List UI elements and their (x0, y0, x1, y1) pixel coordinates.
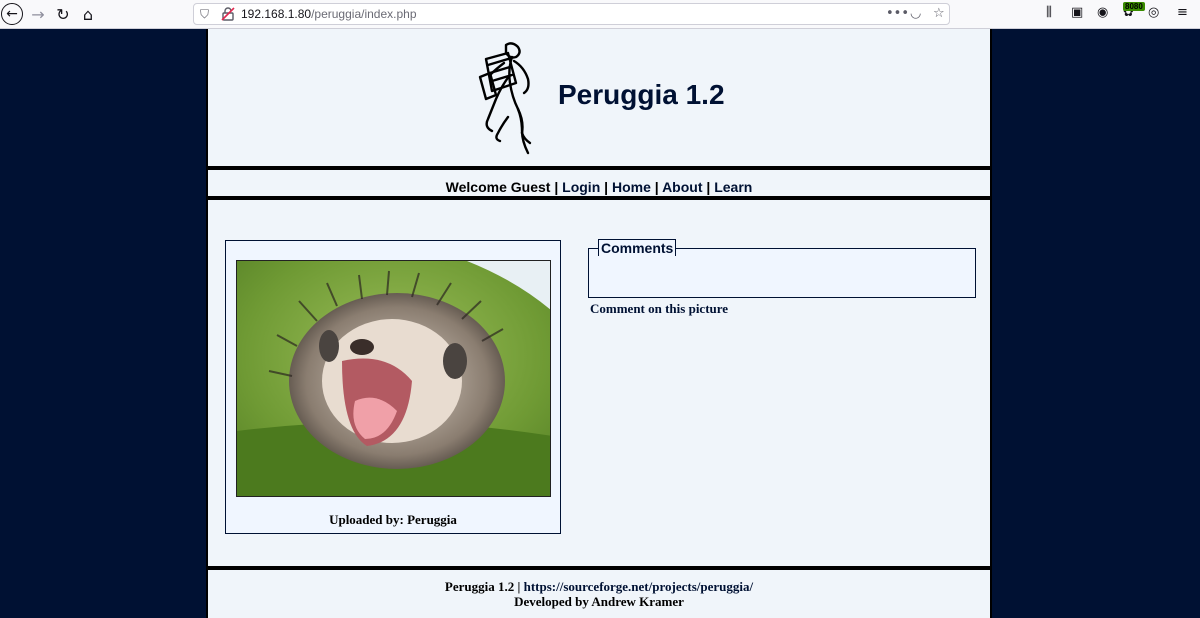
footer-line-1: Peruggia 1.2 | https://sourceforge.net/p… (208, 579, 990, 594)
menu-icon[interactable]: ≡ (1177, 5, 1188, 20)
browser-toolbar: ← → ↻ ⌂ ⛉ 192.168.1.80/peruggia/index.ph… (0, 0, 1200, 29)
page: Peruggia 1.2 Welcome Guest | Login | Hom… (206, 29, 992, 618)
hedgehog-image (237, 261, 550, 496)
pocket-icon[interactable]: ◡ (910, 6, 921, 21)
footer-site-name: Peruggia 1.2 (444, 579, 515, 594)
extension-badge: 8080 (1123, 2, 1145, 11)
main-content: Uploaded by: Peruggia Comments Comment o… (208, 204, 990, 570)
welcome-text: Welcome Guest (445, 179, 551, 195)
hedgehog-picture[interactable] (236, 260, 551, 497)
url-path: /peruggia/index.php (311, 7, 417, 21)
footer: Peruggia 1.2 | https://sourceforge.net/p… (208, 574, 990, 609)
nav-separator: | (706, 179, 711, 195)
nav-bar: Welcome Guest | Login | Home | About | L… (208, 174, 990, 200)
uploaded-by: Uploaded by: Peruggia (329, 512, 457, 527)
site-title: Peruggia 1.2 (558, 79, 725, 110)
nav-separator: | (604, 179, 609, 195)
extension-2-icon[interactable]: ◎ (1148, 5, 1159, 20)
picture-box: Uploaded by: Peruggia (225, 240, 561, 534)
forward-icon[interactable]: → (27, 3, 49, 25)
home-icon[interactable]: ⌂ (77, 3, 99, 25)
sidebar-icon[interactable]: ▣ (1071, 5, 1083, 20)
reload-icon[interactable]: ↻ (52, 3, 74, 25)
account-icon[interactable]: ◉ (1097, 5, 1108, 20)
library-icon[interactable]: ⫼ (1046, 5, 1052, 20)
sourceforge-link[interactable]: https://sourceforge.net/projects/peruggi… (524, 579, 754, 594)
url-text[interactable]: 192.168.1.80/peruggia/index.php (241, 7, 417, 21)
home-link[interactable]: Home (612, 179, 651, 195)
about-link[interactable]: About (662, 179, 702, 195)
url-host: 192.168.1.80 (241, 7, 312, 21)
insecure-lock-icon[interactable] (221, 7, 235, 21)
tracking-shield-icon[interactable]: ⛉ (200, 7, 209, 22)
comments-legend: Comments (598, 239, 677, 256)
more-actions-icon[interactable]: ••• (886, 6, 909, 21)
header: Peruggia 1.2 (208, 29, 990, 170)
login-link[interactable]: Login (562, 179, 600, 195)
address-bar[interactable]: ⛉ 192.168.1.80/peruggia/index.php ••• ◡ … (193, 3, 950, 25)
footer-developer: Developed by Andrew Kramer (514, 594, 684, 609)
learn-link[interactable]: Learn (714, 179, 752, 195)
comments-box: Comments (588, 239, 976, 298)
comment-on-picture-link[interactable]: Comment on this picture (590, 301, 728, 317)
footer-separator: | (517, 579, 521, 594)
nav-separator: | (654, 179, 659, 195)
back-icon[interactable]: ← (1, 3, 23, 25)
peruggia-logo (478, 42, 532, 155)
nav-separator: | (554, 179, 559, 195)
bookmark-star-icon[interactable]: ☆ (933, 6, 945, 21)
